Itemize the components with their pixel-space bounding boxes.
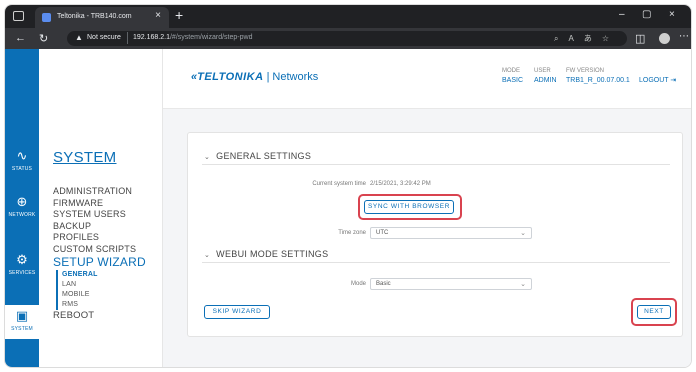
wizard-step-mobile[interactable]: MOBILE bbox=[62, 290, 146, 300]
rail-item-network[interactable]: ⊕ NETWORK bbox=[5, 191, 39, 225]
sidebar: SYSTEM ADMINISTRATION FIRMWARE SYSTEM US… bbox=[39, 49, 163, 367]
rail-item-label: SERVICES bbox=[8, 270, 36, 276]
timezone-select[interactable]: UTC ⌄ bbox=[370, 227, 532, 239]
mode-value: BASIC bbox=[502, 77, 524, 84]
minimize-icon[interactable]: – bbox=[619, 9, 625, 20]
wizard-card: ⌄ GENERAL SETTINGS Current system time 2/… bbox=[187, 132, 683, 337]
sidebar-item-profiles[interactable]: PROFILES bbox=[53, 232, 146, 244]
new-tab-button[interactable]: + bbox=[175, 7, 183, 23]
timezone-label: Time zone bbox=[338, 230, 366, 236]
extensions-icon[interactable]: ◫ bbox=[635, 32, 645, 45]
main-nav-rail: ∿ STATUS ⊕ NETWORK ⚙ SERVICES ▣ SYSTEM bbox=[5, 49, 39, 367]
activity-icon: ∿ bbox=[16, 148, 28, 163]
section-divider bbox=[202, 164, 670, 165]
tab-bar: Teltonika - TRB140.com × + – ▢ × bbox=[5, 5, 691, 28]
rail-item-system[interactable]: ▣ SYSTEM bbox=[5, 305, 39, 339]
favicon-icon bbox=[42, 13, 51, 22]
sidebar-item-system-users[interactable]: SYSTEM USERS bbox=[53, 209, 146, 221]
sidebar-item-administration[interactable]: ADMINISTRATION bbox=[53, 186, 146, 198]
fw-value: TRB1_R_00.07.00.1 bbox=[566, 77, 630, 84]
top-header: «TELTONIKA | Networks MODE BASIC USER ADMI… bbox=[163, 49, 691, 109]
sidebar-item-reboot[interactable]: REBOOT bbox=[53, 310, 146, 322]
gear-icon: ⚙ bbox=[16, 252, 28, 267]
rail-item-services[interactable]: ⚙ SERVICES bbox=[5, 249, 39, 283]
user-value: ADMIN bbox=[534, 77, 557, 84]
rail-item-label: NETWORK bbox=[8, 212, 36, 218]
system-time-value: 2/15/2021, 3:29:42 PM bbox=[370, 181, 431, 187]
mode-info: MODE BASIC bbox=[502, 68, 524, 84]
maximize-icon[interactable]: ▢ bbox=[642, 9, 651, 20]
browser-menu-icon[interactable]: ⋯ bbox=[679, 31, 689, 42]
chevron-down-icon: ⌄ bbox=[204, 154, 211, 161]
wizard-step-lan[interactable]: LAN bbox=[62, 280, 146, 290]
wizard-step-general[interactable]: GENERAL bbox=[62, 270, 146, 280]
rail-item-label: SYSTEM bbox=[11, 326, 33, 332]
main-content: «TELTONIKA | Networks MODE BASIC USER ADMI… bbox=[163, 49, 691, 367]
mode-select[interactable]: Basic ⌄ bbox=[370, 278, 532, 290]
globe-icon: ⊕ bbox=[16, 194, 28, 209]
window-menu-icon[interactable] bbox=[13, 11, 24, 21]
skip-wizard-button[interactable]: SKIP WIZARD bbox=[204, 305, 270, 319]
chevron-down-icon: ⌄ bbox=[520, 230, 526, 237]
next-highlight-box bbox=[631, 298, 677, 326]
chevron-down-icon: ⌄ bbox=[204, 252, 211, 259]
url-text[interactable]: 192.168.2.1/#/system/wizard/step-pwd bbox=[133, 34, 252, 41]
url-field[interactable]: ▲ Not secure 192.168.2.1/#/system/wizard… bbox=[67, 31, 627, 46]
sidebar-item-backup[interactable]: BACKUP bbox=[53, 221, 146, 233]
rail-item-label: STATUS bbox=[11, 166, 33, 172]
chevron-down-icon: ⌄ bbox=[520, 281, 526, 288]
sidebar-menu: ADMINISTRATION FIRMWARE SYSTEM USERS BAC… bbox=[53, 186, 146, 322]
wizard-steps: GENERAL LAN MOBILE RMS bbox=[56, 270, 146, 310]
general-settings-header[interactable]: ⌄ GENERAL SETTINGS bbox=[204, 151, 311, 161]
warning-icon: ▲ bbox=[75, 33, 83, 42]
browser-tab[interactable]: Teltonika - TRB140.com × bbox=[35, 7, 169, 28]
browser-window: Teltonika - TRB140.com × + – ▢ × ← ↻ ▲ N… bbox=[4, 4, 692, 368]
sidebar-item-firmware[interactable]: FIRMWARE bbox=[53, 198, 146, 210]
section-divider bbox=[202, 262, 670, 263]
logout-button[interactable]: LOGOUT ⇥ bbox=[639, 76, 676, 84]
sync-highlight-box bbox=[358, 194, 462, 220]
sidebar-item-setup-wizard[interactable]: SETUP WIZARD bbox=[53, 255, 146, 270]
system-time-label: Current system time bbox=[312, 181, 366, 187]
sidebar-title[interactable]: SYSTEM bbox=[53, 149, 116, 166]
device-icon: ▣ bbox=[15, 308, 29, 323]
address-bar: ← ↻ ▲ Not secure 192.168.2.1/#/system/wi… bbox=[5, 28, 691, 49]
reload-icon[interactable]: ↻ bbox=[39, 32, 48, 45]
teltonika-logo[interactable]: «TELTONIKA | Networks bbox=[191, 71, 318, 83]
user-info: USER ADMIN bbox=[534, 68, 557, 84]
logout-icon: ⇥ bbox=[670, 77, 677, 84]
fw-info: FW VERSION TRB1_R_00.07.00.1 bbox=[566, 68, 630, 84]
rail-item-status[interactable]: ∿ STATUS bbox=[5, 145, 39, 179]
mode-label: Mode bbox=[350, 281, 366, 287]
url-divider bbox=[127, 32, 128, 44]
profile-avatar-icon[interactable] bbox=[659, 33, 670, 44]
tab-title: Teltonika - TRB140.com bbox=[57, 13, 132, 20]
back-icon[interactable]: ← bbox=[15, 32, 26, 44]
tab-close-icon[interactable]: × bbox=[155, 10, 161, 21]
wizard-step-rms[interactable]: RMS bbox=[62, 300, 146, 310]
omnibox-actions-icon[interactable]: ⌕Aあ☆ bbox=[554, 33, 619, 44]
webui-mode-header[interactable]: ⌄ WEBUI MODE SETTINGS bbox=[204, 249, 328, 259]
not-secure-label: Not secure bbox=[87, 34, 121, 41]
sidebar-item-custom-scripts[interactable]: CUSTOM SCRIPTS bbox=[53, 244, 146, 256]
close-window-icon[interactable]: × bbox=[669, 9, 675, 20]
